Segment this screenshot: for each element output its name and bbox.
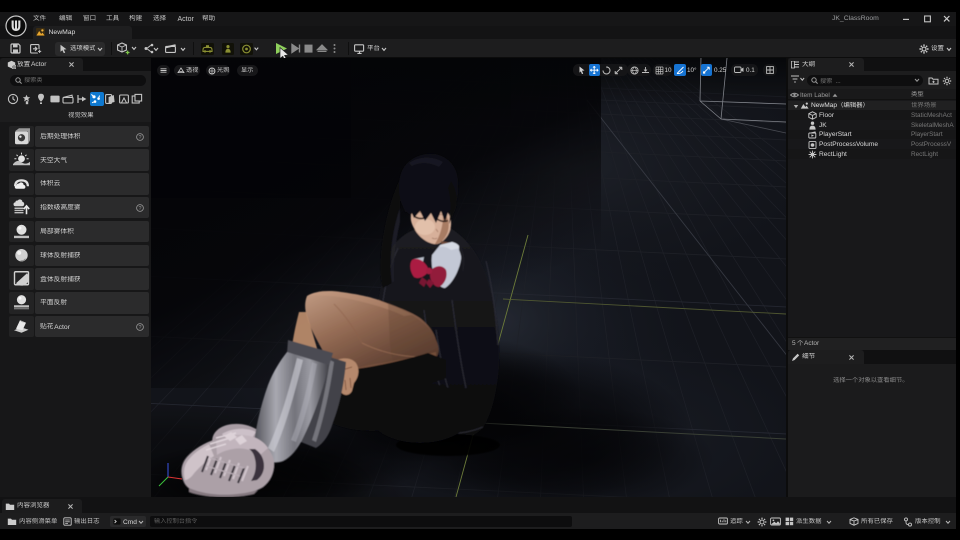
svg-text:?: ?: [138, 325, 141, 331]
svg-text:?: ?: [138, 135, 141, 141]
svg-text:?: ?: [138, 206, 141, 212]
